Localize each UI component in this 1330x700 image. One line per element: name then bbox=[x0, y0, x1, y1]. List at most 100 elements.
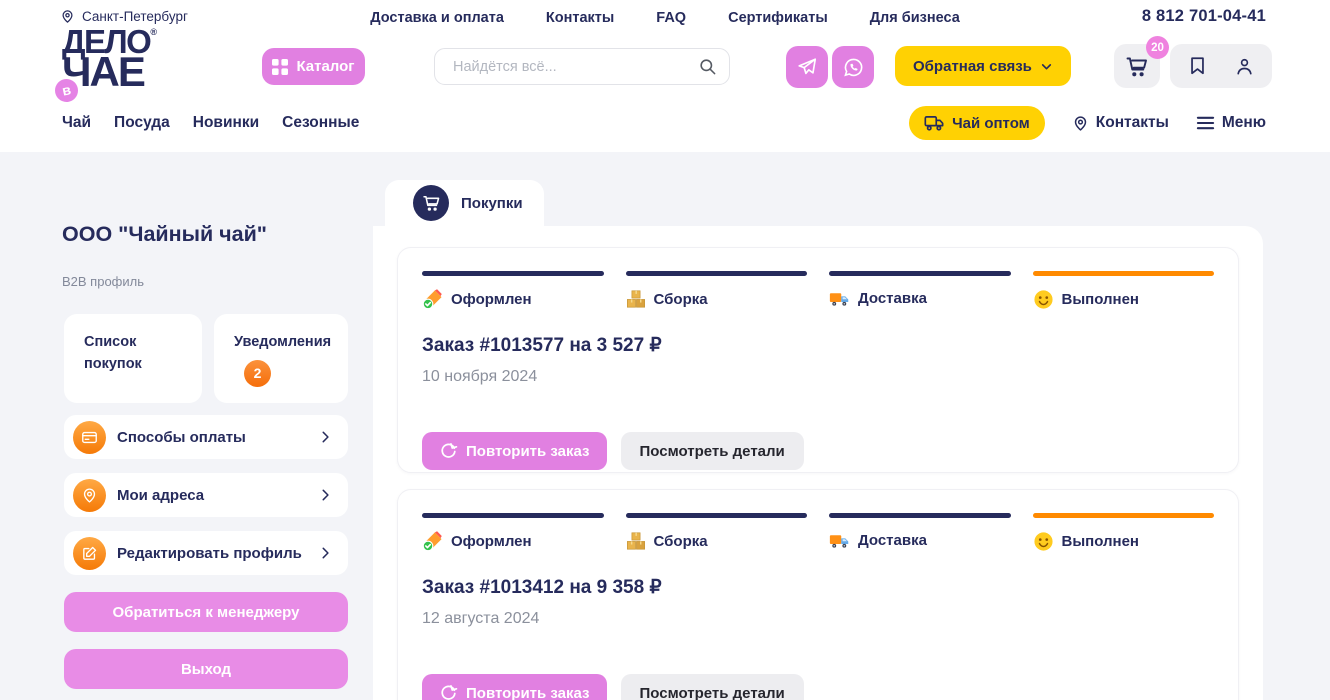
sidebar-item-my-addresses[interactable]: Мои адреса bbox=[64, 473, 348, 517]
company-name: ООО "Чайный чай" bbox=[62, 222, 267, 247]
order-actions: Повторить заказ Посмотреть детали bbox=[422, 674, 1214, 700]
orders-panel: Оформлен Сборка Доставка bbox=[373, 226, 1263, 700]
step-placed-label: Оформлен bbox=[451, 533, 532, 550]
order-card: Оформлен Сборка Доставка bbox=[397, 247, 1239, 473]
step-assembly: Сборка bbox=[626, 513, 808, 552]
notifications-count-badge: 2 bbox=[244, 360, 271, 387]
cart-button[interactable]: 20 bbox=[1114, 44, 1160, 88]
view-details-label: Посмотреть детали bbox=[640, 443, 785, 460]
order-card: Оформлен Сборка Доставка bbox=[397, 489, 1239, 700]
phone-number[interactable]: 8 812 701-04-41 bbox=[1142, 7, 1266, 26]
boxes-icon bbox=[626, 289, 646, 309]
step-placed: Оформлен bbox=[422, 271, 604, 310]
cart-icon bbox=[1125, 55, 1149, 78]
catalog-button[interactable]: Каталог bbox=[262, 48, 365, 85]
account-icon[interactable] bbox=[1234, 56, 1255, 77]
location-label: Санкт-Петербург bbox=[82, 9, 188, 24]
chevron-right-icon bbox=[318, 430, 332, 444]
logout-button[interactable]: Выход bbox=[64, 649, 348, 689]
tea-wholesale-button[interactable]: Чай оптом bbox=[909, 106, 1045, 140]
topbar-nav: Доставка и оплата Контакты FAQ Сертифика… bbox=[370, 10, 960, 26]
step-delivery-label: Доставка bbox=[858, 532, 927, 549]
step-bar bbox=[422, 271, 604, 276]
nav-tea[interactable]: Чай bbox=[62, 114, 91, 132]
wholesale-label: Чай оптом bbox=[952, 115, 1030, 132]
truck-emoji-icon bbox=[829, 531, 850, 550]
feedback-button[interactable]: Обратная связь bbox=[895, 46, 1071, 86]
payment-card-icon bbox=[73, 421, 106, 454]
step-bar bbox=[829, 513, 1011, 518]
my-addresses-label: Мои адреса bbox=[117, 487, 318, 504]
chevron-right-icon bbox=[318, 546, 332, 560]
smiley-icon bbox=[1033, 531, 1054, 552]
step-bar bbox=[422, 513, 604, 518]
sidebar-tab-notifications[interactable]: Уведомления 2 bbox=[214, 314, 348, 403]
grid-icon bbox=[272, 59, 288, 75]
subnav-contacts-label: Контакты bbox=[1096, 114, 1169, 132]
repeat-order-button[interactable]: Повторить заказ bbox=[422, 432, 607, 470]
sidebar-item-edit-profile[interactable]: Редактировать профиль bbox=[64, 531, 348, 575]
step-bar bbox=[829, 271, 1011, 276]
repeat-order-label: Повторить заказ bbox=[466, 685, 590, 700]
bookmark-icon[interactable] bbox=[1188, 56, 1207, 76]
nav-for-business[interactable]: Для бизнеса bbox=[870, 10, 960, 26]
payment-methods-label: Способы оплаты bbox=[117, 429, 318, 446]
chevron-right-icon bbox=[318, 488, 332, 502]
pencil-check-icon bbox=[422, 289, 443, 310]
category-nav: Чай Посуда Новинки Сезонные bbox=[62, 114, 359, 132]
order-progress: Оформлен Сборка Доставка bbox=[422, 271, 1214, 310]
repeat-order-button[interactable]: Повторить заказ bbox=[422, 674, 607, 700]
catalog-label: Каталог bbox=[296, 58, 354, 75]
view-details-button[interactable]: Посмотреть детали bbox=[621, 674, 804, 700]
step-bar-active bbox=[1033, 513, 1215, 518]
order-title: Заказ #1013577 на 3 527 ₽ bbox=[422, 334, 1214, 357]
menu-label: Меню bbox=[1222, 114, 1266, 132]
nav-contacts[interactable]: Контакты bbox=[546, 10, 614, 26]
site-logo[interactable]: ДЕЛО® ЧАЕ в bbox=[62, 28, 157, 90]
search-input[interactable] bbox=[451, 58, 698, 76]
sidebar-item-payment-methods[interactable]: Способы оплаты bbox=[64, 415, 348, 459]
view-details-button[interactable]: Посмотреть детали bbox=[621, 432, 804, 470]
step-bar bbox=[626, 513, 808, 518]
step-completed-label: Выполнен bbox=[1062, 291, 1139, 308]
search-box bbox=[434, 48, 730, 85]
nav-new[interactable]: Новинки bbox=[193, 114, 259, 132]
telegram-icon bbox=[796, 56, 818, 78]
order-actions: Повторить заказ Посмотреть детали bbox=[422, 432, 1214, 470]
telegram-button[interactable] bbox=[786, 46, 828, 88]
hamburger-icon bbox=[1196, 115, 1215, 131]
location-selector[interactable]: Санкт-Петербург bbox=[60, 9, 188, 24]
nav-dishware[interactable]: Посуда bbox=[114, 114, 170, 132]
nav-delivery-payment[interactable]: Доставка и оплата bbox=[370, 10, 504, 26]
subnav-contacts-link[interactable]: Контакты bbox=[1072, 114, 1169, 132]
step-assembly: Сборка bbox=[626, 271, 808, 310]
pencil-check-icon bbox=[422, 531, 443, 552]
menu-button[interactable]: Меню bbox=[1196, 114, 1266, 132]
view-details-label: Посмотреть детали bbox=[640, 685, 785, 700]
sidebar-tab-shopping-list[interactable]: Список покупок bbox=[64, 314, 202, 403]
whatsapp-icon bbox=[842, 56, 865, 79]
purchases-tab[interactable]: Покупки bbox=[385, 180, 544, 226]
step-completed: Выполнен bbox=[1033, 513, 1215, 552]
refresh-icon bbox=[439, 684, 458, 700]
profile-type-label: B2B профиль bbox=[62, 274, 144, 289]
search-icon[interactable] bbox=[698, 57, 717, 76]
edit-profile-icon bbox=[73, 537, 106, 570]
order-date: 10 ноября 2024 bbox=[422, 368, 1214, 386]
order-progress: Оформлен Сборка Доставка bbox=[422, 513, 1214, 552]
step-delivery: Доставка bbox=[829, 271, 1011, 310]
contact-manager-button[interactable]: Обратиться к менеджеру bbox=[64, 592, 348, 632]
order-title: Заказ #1013412 на 9 358 ₽ bbox=[422, 576, 1214, 599]
nav-faq[interactable]: FAQ bbox=[656, 10, 686, 26]
location-pin-icon bbox=[60, 9, 75, 24]
feedback-label: Обратная связь bbox=[913, 58, 1032, 75]
repeat-order-label: Повторить заказ bbox=[466, 443, 590, 460]
nav-certificates[interactable]: Сертификаты bbox=[728, 10, 828, 26]
step-delivery-label: Доставка bbox=[858, 290, 927, 307]
whatsapp-button[interactable] bbox=[832, 46, 874, 88]
smiley-icon bbox=[1033, 289, 1054, 310]
nav-seasonal[interactable]: Сезонные bbox=[282, 114, 359, 132]
step-assembly-label: Сборка bbox=[654, 291, 708, 308]
step-bar bbox=[626, 271, 808, 276]
refresh-icon bbox=[439, 442, 458, 461]
